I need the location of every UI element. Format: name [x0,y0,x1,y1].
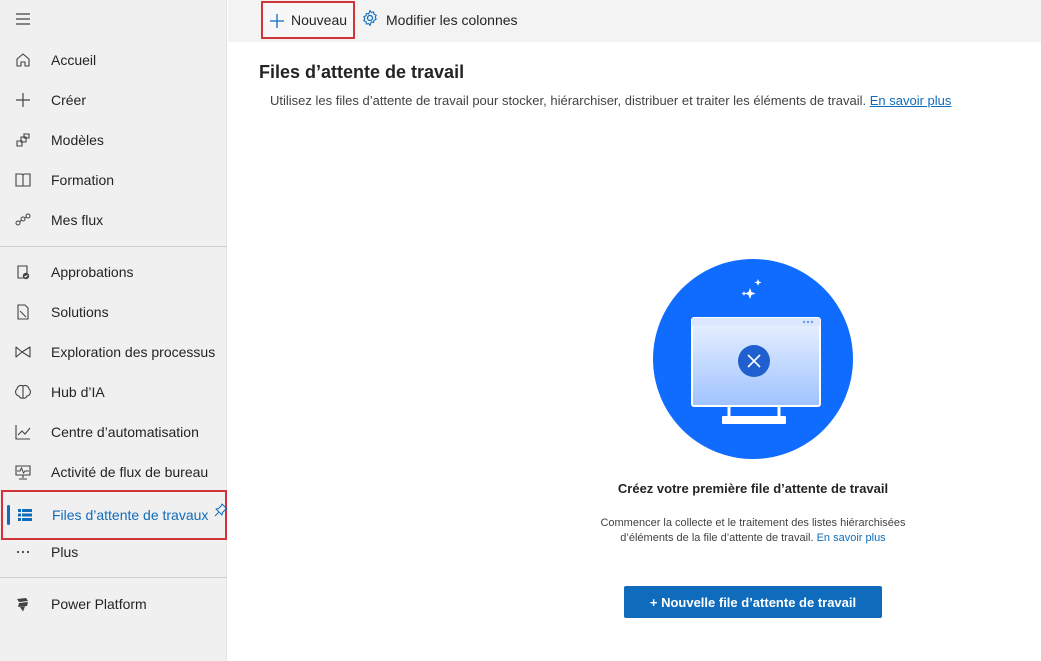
sidebar: Accueil Créer Modèles Formation Mes flux… [0,0,228,661]
sidebar-divider [0,246,227,247]
ai-hub-icon [13,382,33,402]
sidebar-item-label: Créer [51,92,87,108]
sidebar-item-approbations[interactable]: Approbations [0,252,227,292]
sidebar-item-label: Solutions [51,304,109,320]
more-icon [13,542,33,562]
sidebar-item-label: Plus [51,544,79,560]
empty-state-illustration [652,258,854,460]
chart-icon [13,422,33,442]
sidebar-divider [0,577,227,578]
sidebar-item-label: Accueil [51,52,97,68]
gear-icon [361,9,379,32]
new-button[interactable]: Nouveau [261,1,355,39]
plus-icon [268,12,286,35]
flow-icon [13,210,33,230]
process-mining-icon [13,342,33,362]
sidebar-item-accueil[interactable]: Accueil [0,40,227,80]
sidebar-item-mes-flux[interactable]: Mes flux [0,200,227,240]
page-description: Utilisez les files d’attente de travail … [270,93,951,108]
sidebar-item-hub-ia[interactable]: Hub d’IA [0,372,227,412]
work-queue-icon [15,505,35,525]
approvals-icon [13,262,33,282]
sidebar-item-power-platform[interactable]: Power Platform [0,584,227,624]
sidebar-item-exploration-des-processus[interactable]: Exploration des processus [0,332,227,372]
monitor-activity-icon [13,462,33,482]
plus-icon [13,90,33,110]
sidebar-item-label: Exploration des processus [51,344,216,360]
sidebar-item-label: Formation [51,172,115,188]
sidebar-item-activite-flux-bureau[interactable]: Activité de flux de bureau [0,452,227,492]
pin-icon[interactable] [214,503,228,522]
edit-columns-label: Modifier les colonnes [386,12,518,28]
hamburger-menu-icon[interactable] [14,10,32,28]
sidebar-item-label: Files d’attente de travaux [52,507,209,523]
solutions-icon [13,302,33,322]
sidebar-item-label: Hub d’IA [51,384,105,400]
power-platform-icon [13,594,33,614]
empty-state-learn-more-link[interactable]: En savoir plus [817,532,886,544]
home-icon [13,50,33,70]
templates-icon [13,130,33,150]
sidebar-item-label: Activité de flux de bureau [51,464,209,480]
sidebar-item-centre-automatisation[interactable]: Centre d’automatisation [0,412,227,452]
sidebar-item-label: Centre d’automatisation [51,424,199,440]
active-indicator [7,505,10,525]
empty-state-description: Commencer la collecte et le traitement d… [598,516,908,546]
sidebar-item-label: Approbations [51,264,134,280]
sidebar-item-solutions[interactable]: Solutions [0,292,227,332]
sidebar-item-label: Power Platform [51,596,147,612]
command-bar: Nouveau Modifier les colonnes [228,0,1041,42]
empty-state-title: Créez votre première file d’attente de t… [617,481,889,496]
sidebar-item-plus[interactable]: Plus [0,532,227,572]
page-title: Files d’attente de travail [259,62,465,82]
sidebar-item-label: Mes flux [51,212,104,228]
learn-more-link[interactable]: En savoir plus [870,93,952,108]
book-icon [13,170,33,190]
new-button-label: Nouveau [291,12,348,28]
sidebar-item-label: Modèles [51,132,104,148]
sidebar-item-creer[interactable]: Créer [0,80,227,120]
sidebar-item-modeles[interactable]: Modèles [0,120,227,160]
edit-columns-button[interactable]: Modifier les colonnes [361,0,518,40]
new-work-queue-button[interactable]: + Nouvelle file d’attente de travail [624,586,882,618]
description-text: Utilisez les files d’attente de travail … [270,93,867,108]
sidebar-item-formation[interactable]: Formation [0,160,227,200]
